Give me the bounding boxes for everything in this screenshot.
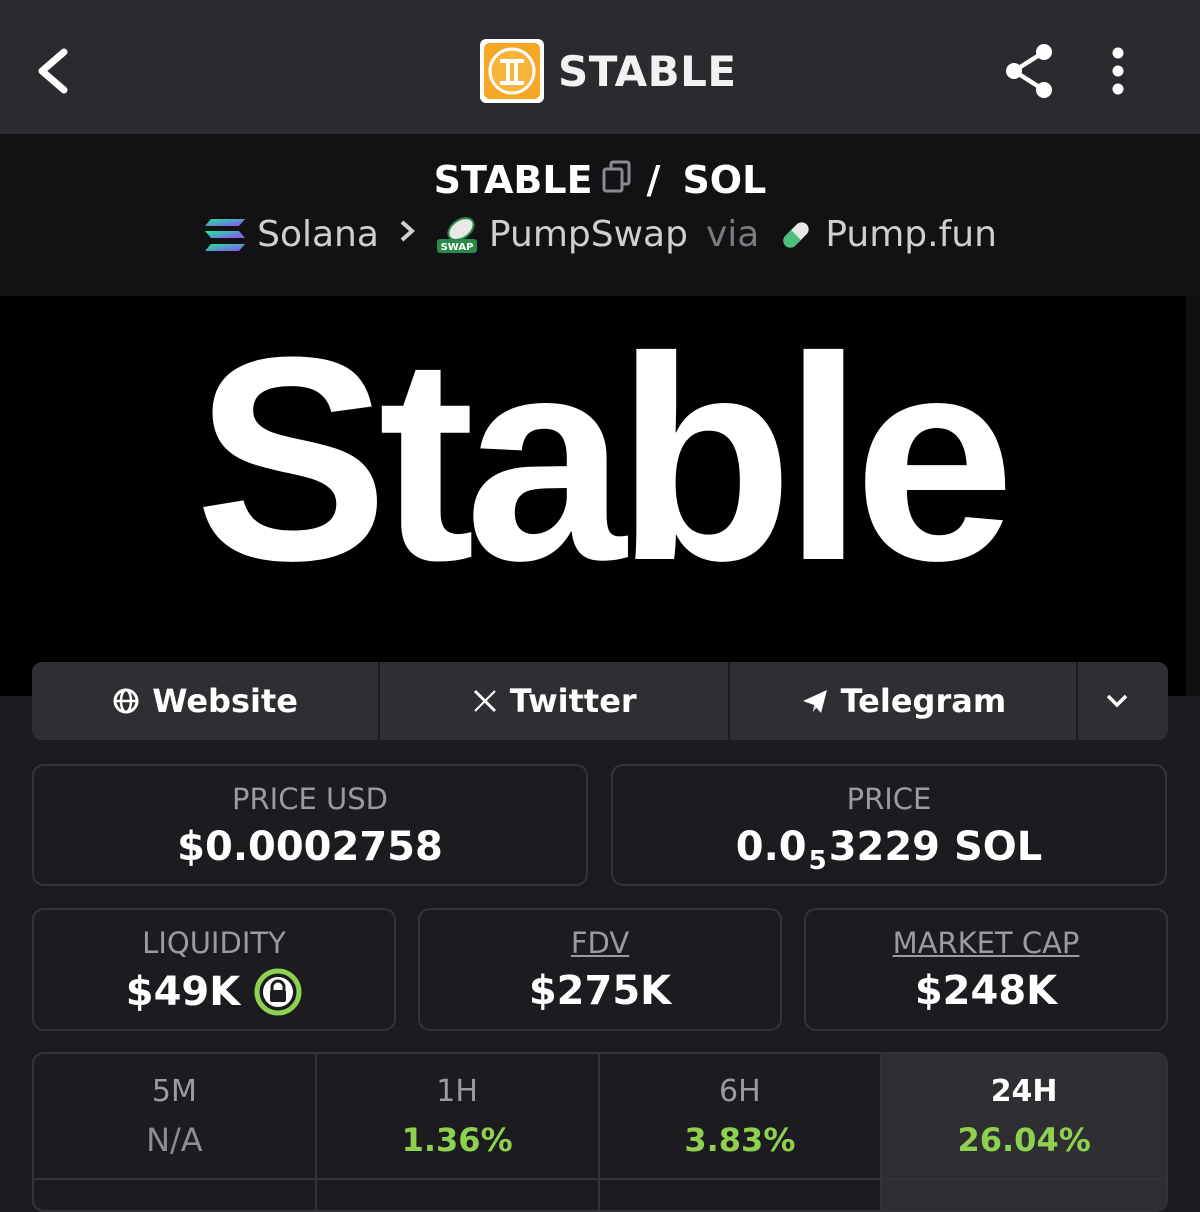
solana-icon [203,217,247,253]
pill-icon [777,216,815,254]
base-token: STABLE [433,158,593,202]
tab-value: 26.04% [957,1121,1091,1159]
pillar-logo-icon [484,43,540,99]
top-bar: STABLE [0,0,1200,134]
twitter-label: Twitter [509,682,637,720]
website-button[interactable]: Website [32,662,381,740]
tab-24h[interactable]: 24H 26.04% [882,1054,1166,1210]
market-cap-box: MARKET CAP $248K [804,908,1168,1031]
chevron-down-icon [1106,694,1128,708]
price-usd-label: PRICE USD [232,782,388,816]
pair-name: STABLE / SOL [0,158,1200,202]
chain-breadcrumb: Solana SWAP PumpSwap via Pump.fun [0,214,1200,255]
share-button[interactable] [1000,40,1058,102]
tab-value: 1.36% [401,1121,513,1159]
fdv-box: FDV $275K [418,908,782,1031]
tab-label: 24H [990,1074,1058,1109]
telegram-icon [802,690,827,713]
scrollbar[interactable] [1186,296,1200,696]
banner-wordmark: Stable [194,297,1015,621]
back-button[interactable] [30,38,80,104]
chevron-right-icon [397,214,417,255]
price-prefix: 0.0 [735,824,807,870]
page-title: STABLE [558,46,737,96]
chain-link[interactable]: Solana [257,214,379,255]
tab-6h[interactable]: 6H 3.83% [600,1054,883,1210]
tab-value: N/A [146,1121,203,1159]
tab-label: 1H [436,1074,478,1109]
social-links: Website Twitter Telegram [32,662,1168,740]
tab-value: 3.83% [684,1121,796,1159]
share-icon [1006,44,1052,98]
fdv-label[interactable]: FDV [420,926,780,960]
divider [32,1178,1168,1180]
tab-1h[interactable]: 1H 1.36% [317,1054,600,1210]
price-native-box: PRICE 0.0 5 3229 SOL [611,764,1167,886]
telegram-label: Telegram [840,682,1007,720]
price-change-tabs: 5M N/A 1H 1.36% 6H 3.83% 24H 26.04% [32,1052,1168,1212]
pair-section: STABLE / SOL Solana SWAP PumpSwap via Pu… [0,134,1200,296]
liquidity-value-row: $49K [34,968,394,1016]
price-usd-box: PRICE USD $0.0002758 [32,764,588,886]
swap-badge: SWAP [440,242,473,253]
liquidity-value: $49K [125,969,241,1015]
price-label: PRICE [846,782,932,816]
chevron-left-icon [38,48,68,94]
globe-icon [113,688,139,714]
more-vertical-icon [1112,47,1124,95]
launchpad-link[interactable]: Pump.fun [825,214,997,255]
more-menu-button[interactable] [1098,40,1138,102]
copy-icon[interactable] [601,158,633,202]
market-cap-label[interactable]: MARKET CAP [806,926,1166,960]
token-banner: Stable [0,296,1200,696]
tab-label: 5M [151,1074,197,1109]
tab-5m[interactable]: 5M N/A [34,1054,317,1210]
telegram-button[interactable]: Telegram [730,662,1079,740]
tab-label: 6H [719,1074,761,1109]
liquidity-box: LIQUIDITY $49K [32,908,396,1031]
more-links-button[interactable] [1078,662,1168,740]
price-usd-value: $0.0002758 [177,824,443,870]
market-cap-value: $248K [914,968,1058,1014]
lock-icon[interactable] [254,968,302,1016]
price-rest: 3229 SOL [828,824,1043,870]
quote-token: SOL [682,158,767,202]
price-zero-count: 5 [808,846,827,876]
fdv-value: $275K [528,968,672,1014]
via-label: via [705,214,760,255]
pumpswap-icon: SWAP [435,215,479,255]
token-logo [480,39,544,103]
twitter-button[interactable]: Twitter [380,662,731,740]
website-label: Website [152,682,298,720]
pair-separator: / [646,158,661,202]
x-logo-icon [473,689,496,713]
dex-link[interactable]: PumpSwap [489,214,688,255]
liquidity-label: LIQUIDITY [142,926,286,960]
token-header: STABLE [480,38,737,104]
price-native-value: 0.0 5 3229 SOL [613,824,1165,876]
